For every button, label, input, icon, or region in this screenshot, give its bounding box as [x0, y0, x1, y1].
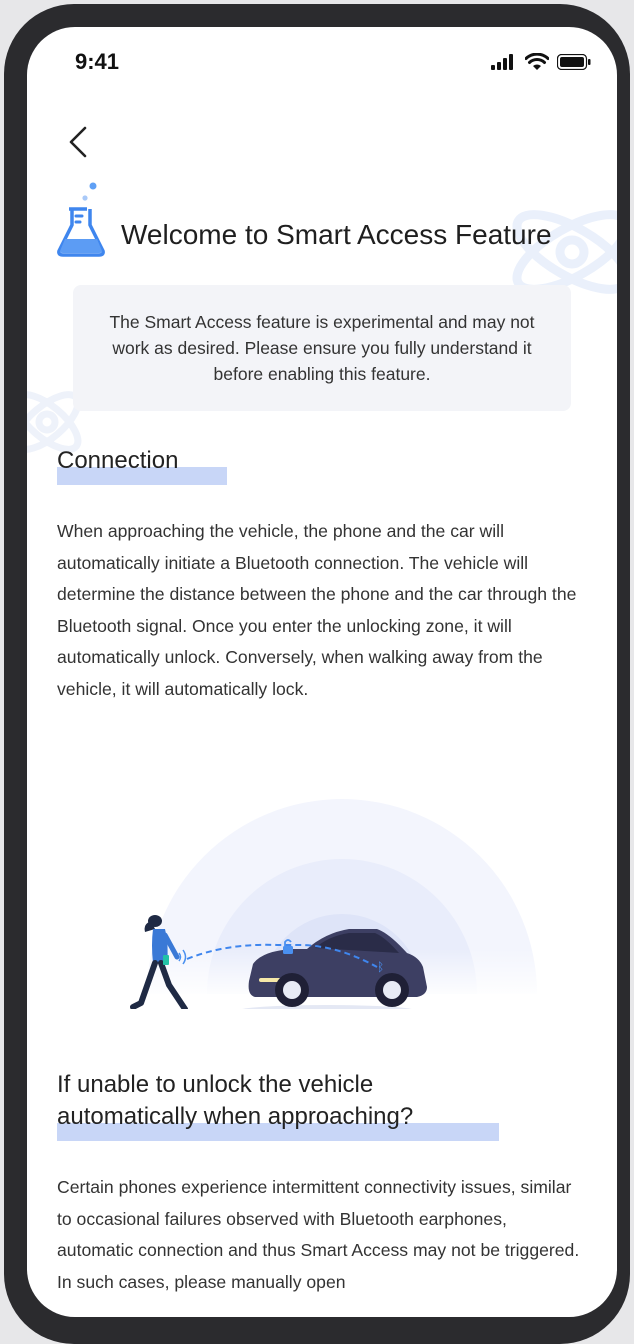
screen: 9:41 Welcome to Smart Access Feature The…	[27, 27, 617, 1317]
back-button[interactable]	[63, 125, 93, 159]
title-row: Welcome to Smart Access Feature	[55, 179, 552, 257]
battery-icon	[557, 54, 591, 70]
flask-icon	[57, 182, 105, 257]
notice-text: The Smart Access feature is experimental…	[109, 312, 535, 384]
page-title: Welcome to Smart Access Feature	[121, 219, 552, 250]
chevron-left-icon	[69, 126, 87, 158]
notice-box: The Smart Access feature is experimental…	[73, 285, 571, 411]
section-body-unlock: Certain phones experience intermittent c…	[57, 1177, 580, 1292]
bluetooth-icon: ᛒ	[377, 960, 384, 974]
status-bar: 9:41	[27, 27, 617, 97]
section-body-connection: When approaching the vehicle, the phone …	[57, 521, 577, 699]
status-icons	[491, 53, 591, 71]
section-heading-unlock: If unable to unlock the vehicle automati…	[57, 1071, 414, 1130]
wifi-icon	[525, 53, 549, 70]
section-heading-connection: Connection	[57, 447, 179, 474]
smart-access-illustration: ᛒ	[127, 799, 557, 1009]
status-time: 9:41	[75, 49, 120, 74]
signal-icon	[491, 54, 513, 70]
phone-frame: 9:41 Welcome to Smart Access Feature The…	[4, 4, 630, 1344]
